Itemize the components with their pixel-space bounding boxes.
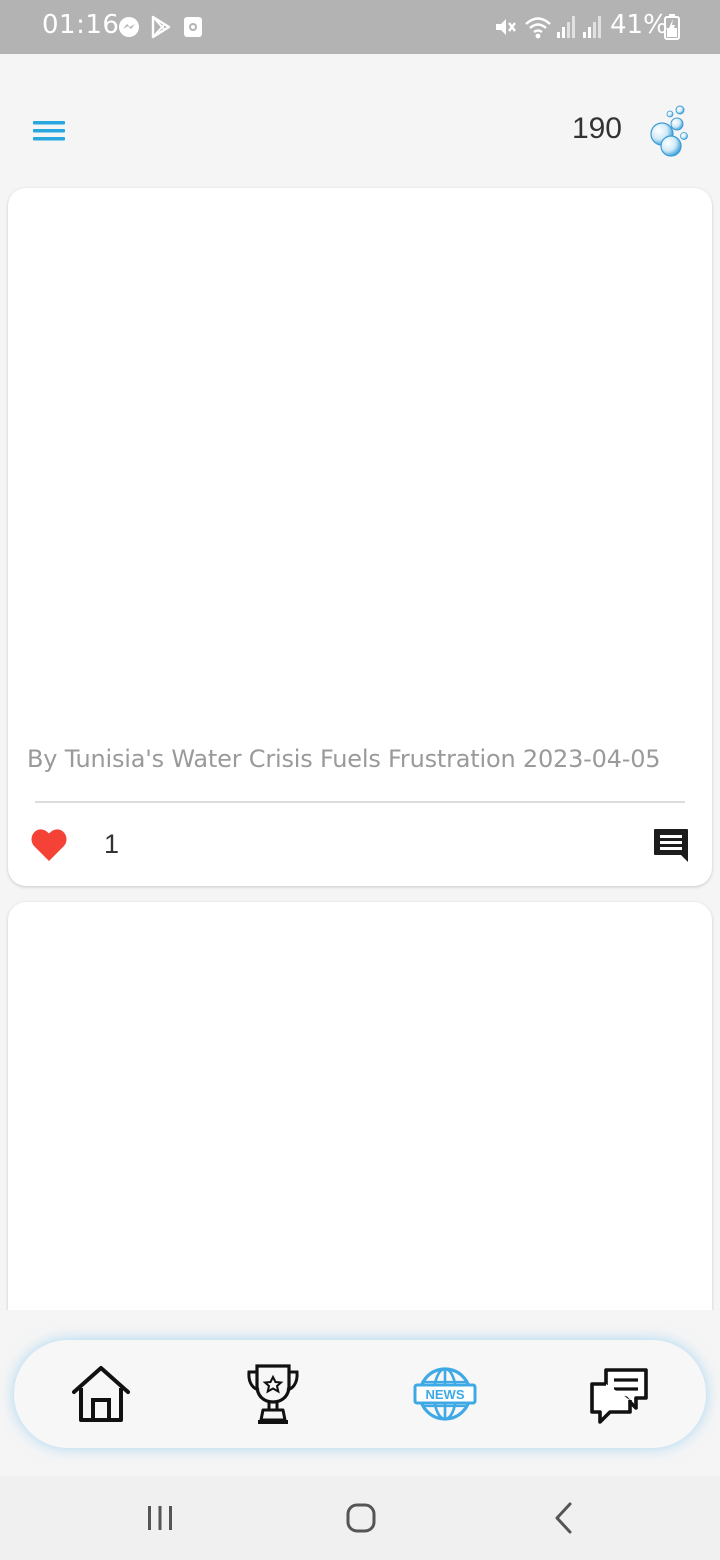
signal-icon [583, 16, 601, 38]
play-store-icon [151, 15, 171, 39]
points-counter: 190 [571, 112, 622, 145]
news-image[interactable] [8, 188, 712, 708]
back-icon[interactable] [544, 1498, 584, 1538]
battery-percentage: 41% [610, 10, 668, 40]
news-caption[interactable]: By Tunisia's Water Crisis Fuels Frustrat… [27, 745, 687, 773]
news-card[interactable] [8, 188, 712, 886]
comment-icon[interactable] [652, 827, 690, 863]
screen-recorder-icon [184, 17, 202, 37]
wifi-icon [525, 17, 551, 39]
hamburger-menu-icon[interactable] [28, 114, 72, 148]
bottom-navigation: NEWS [14, 1340, 706, 1448]
signal-icon [557, 16, 575, 38]
chat-icon[interactable] [586, 1362, 652, 1426]
home-button-icon[interactable] [341, 1498, 381, 1538]
news-card[interactable] [8, 902, 712, 1332]
app-header: 190 [0, 54, 720, 180]
recent-apps-icon[interactable] [140, 1498, 180, 1538]
news-label: NEWS [426, 1387, 465, 1402]
trophy-icon[interactable] [240, 1362, 306, 1426]
news-globe-icon[interactable]: NEWS [412, 1362, 478, 1426]
system-navigation-bar [0, 1476, 720, 1560]
status-bar: 01:16 41% [0, 0, 720, 54]
water-bubbles-icon [650, 105, 688, 157]
messenger-icon [119, 17, 139, 37]
home-icon[interactable] [68, 1362, 134, 1426]
card-divider [35, 801, 685, 803]
mute-icon [496, 19, 516, 35]
status-time: 01:16 [42, 10, 120, 40]
heart-icon[interactable] [30, 827, 68, 863]
like-count: 1 [104, 829, 120, 859]
battery-charging-icon [664, 14, 680, 40]
